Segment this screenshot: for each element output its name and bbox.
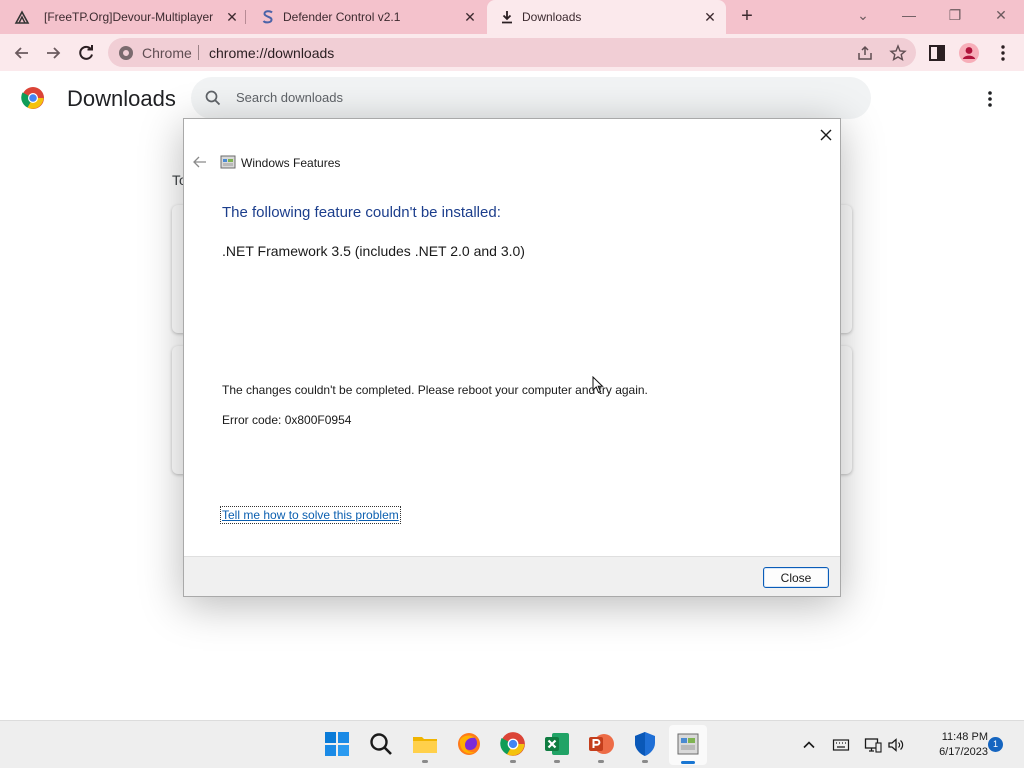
new-tab-button[interactable]: +	[737, 6, 757, 27]
volume-icon[interactable]	[887, 736, 905, 754]
windows-features-dialog: Windows Features The following feature c…	[183, 118, 841, 597]
firefox-icon[interactable]	[456, 731, 482, 757]
back-arrow-icon[interactable]	[11, 42, 33, 64]
address-bar[interactable]: Chrome chrome://downloads	[108, 38, 916, 67]
tab-freetp[interactable]: [FreeTP.Org]Devour-Multiplayer ✕	[0, 0, 244, 34]
active-indicator	[681, 761, 695, 764]
profile-avatar-icon[interactable]	[958, 42, 980, 64]
omnibox-separator	[198, 45, 199, 60]
network-icon[interactable]	[864, 736, 882, 754]
window-close-button[interactable]: ✕	[989, 5, 1013, 25]
back-arrow-icon[interactable]	[192, 155, 208, 169]
close-tab-icon[interactable]: ✕	[702, 9, 718, 25]
clock-time: 11:48 PM	[941, 731, 988, 743]
file-explorer-icon[interactable]	[412, 731, 438, 757]
close-button[interactable]: Close	[763, 567, 829, 588]
chrome-icon[interactable]	[500, 731, 526, 757]
system-clock[interactable]: 11:48 PM 6/17/2023	[912, 730, 988, 760]
error-code: Error code: 0x800F0954	[222, 413, 352, 427]
taskbar: 11:48 PM 6/17/2023 1	[0, 720, 1024, 768]
tab-defender-control[interactable]: Defender Control v2.1 ✕	[246, 0, 486, 34]
dialog-footer: Close	[184, 556, 840, 596]
notification-badge[interactable]: 1	[988, 737, 1003, 752]
error-heading: The following feature couldn't be instal…	[222, 204, 501, 221]
chrome-scheme-icon	[119, 46, 133, 60]
search-icon[interactable]	[368, 731, 394, 757]
help-link[interactable]: Tell me how to solve this problem	[220, 506, 401, 524]
page-title: Downloads	[67, 86, 176, 111]
powerpoint-icon[interactable]	[588, 731, 614, 757]
mouse-cursor-icon	[592, 376, 604, 394]
browser-toolbar: Chrome chrome://downloads	[0, 34, 1024, 71]
chrome-logo-icon	[21, 87, 44, 109]
running-indicator	[510, 760, 516, 763]
dialog-app-title: Windows Features	[241, 156, 341, 170]
reload-icon[interactable]	[75, 42, 97, 64]
search-icon	[205, 90, 221, 106]
tab-strip: [FreeTP.Org]Devour-Multiplayer ✕ Defende…	[0, 0, 1024, 34]
restore-button[interactable]: ❐	[943, 5, 967, 25]
download-icon	[502, 11, 512, 24]
running-indicator	[642, 760, 648, 763]
side-panel-icon[interactable]	[926, 42, 948, 64]
close-tab-icon[interactable]: ✕	[462, 9, 478, 25]
feature-name: .NET Framework 3.5 (includes .NET 2.0 an…	[222, 243, 525, 259]
chevron-up-icon[interactable]	[800, 736, 818, 754]
clock-date: 6/17/2023	[939, 746, 988, 758]
browser-menu-icon[interactable]	[992, 42, 1014, 64]
running-indicator	[598, 760, 604, 763]
defender-icon[interactable]	[632, 731, 658, 757]
url-text[interactable]: chrome://downloads	[209, 45, 334, 61]
forward-arrow-icon[interactable]	[42, 42, 64, 64]
minimize-button[interactable]: —	[897, 5, 921, 25]
error-message: The changes couldn't be completed. Pleas…	[222, 383, 648, 397]
close-tab-icon[interactable]: ✕	[224, 9, 240, 25]
running-indicator	[554, 760, 560, 763]
windows-features-icon	[220, 155, 236, 169]
excel-icon[interactable]	[544, 731, 570, 757]
s-icon	[262, 10, 273, 24]
freetp-icon	[14, 10, 30, 24]
tab-title: [FreeTP.Org]Devour-Multiplayer	[44, 10, 214, 24]
share-icon[interactable]	[856, 44, 874, 62]
tab-title: Downloads	[522, 10, 582, 24]
running-indicator	[422, 760, 428, 763]
tab-search-chevron-icon[interactable]: ⌄	[851, 5, 875, 25]
dialog-close-icon[interactable]	[816, 125, 836, 145]
tab-downloads[interactable]: Downloads ✕	[487, 0, 726, 34]
scheme-label: Chrome	[142, 45, 192, 61]
bookmark-star-icon[interactable]	[889, 44, 907, 62]
windows-start-icon[interactable]	[324, 731, 350, 757]
search-downloads-box[interactable]	[191, 77, 871, 119]
windows-features-icon[interactable]	[675, 731, 701, 757]
tab-title: Defender Control v2.1	[283, 10, 401, 24]
keyboard-icon[interactable]	[832, 736, 850, 754]
search-input[interactable]	[236, 90, 636, 105]
page-menu-icon[interactable]	[980, 88, 1000, 110]
